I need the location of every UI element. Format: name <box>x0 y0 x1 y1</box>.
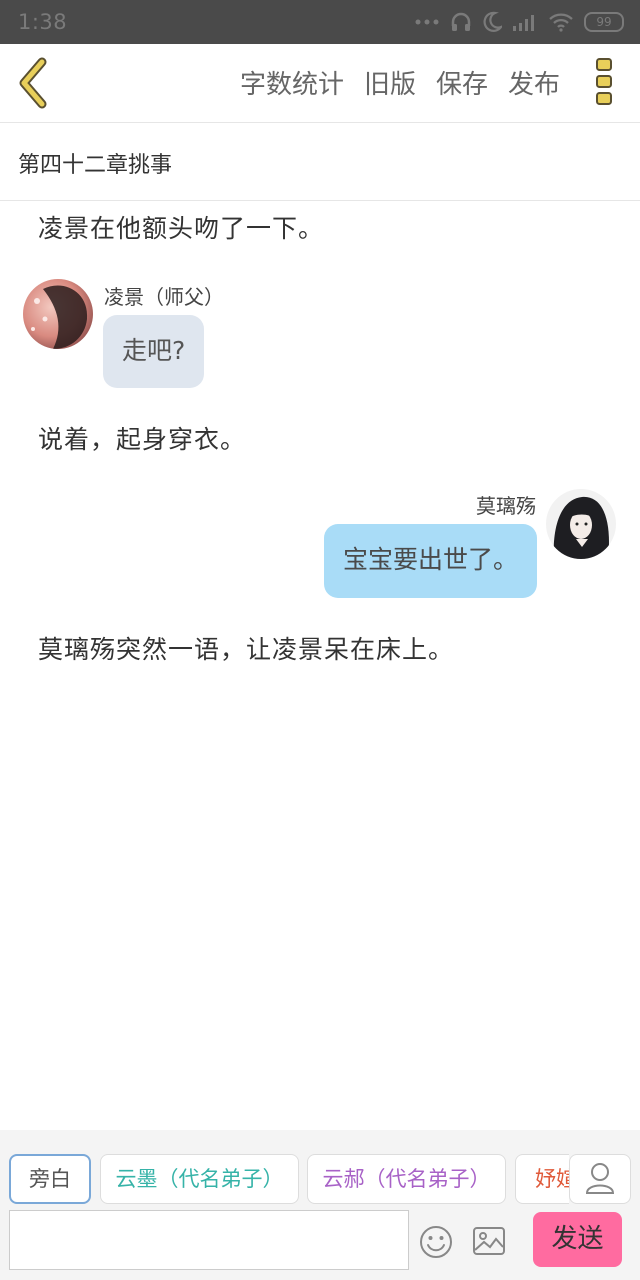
emoji-icon <box>420 1226 452 1258</box>
status-icons: 99 <box>414 10 624 34</box>
avatar-image-molishang <box>546 489 616 559</box>
send-button[interactable]: 发送 <box>533 1212 622 1267</box>
battery-level: 99 <box>596 15 612 29</box>
speaker-name: 凌景（师父） <box>104 285 224 309</box>
role-manage-button[interactable] <box>569 1154 631 1204</box>
headphones-icon <box>450 11 472 33</box>
composer-panel: 旁白 云墨（代名弟子） 云郝（代名弟子） 妤媗 发送 <box>0 1130 640 1280</box>
signal-icon <box>512 12 538 32</box>
message-input[interactable] <box>9 1210 409 1270</box>
chapter-title-row[interactable]: 第四十二章挑事 <box>0 123 640 201</box>
status-time: 1:38 <box>18 10 68 34</box>
narration-line[interactable]: 莫璃殇突然一语，让凌景呆在床上。 <box>38 630 454 666</box>
more-menu-button[interactable] <box>594 57 614 107</box>
old-version-button[interactable]: 旧版 <box>364 64 416 101</box>
chapter-title[interactable]: 第四十二章挑事 <box>18 147 172 179</box>
image-button[interactable] <box>472 1226 506 1256</box>
word-count-button[interactable]: 字数统计 <box>240 64 344 101</box>
battery-icon: 99 <box>584 12 624 32</box>
role-chip-yunmo[interactable]: 云墨（代名弟子） <box>100 1154 299 1204</box>
publish-button[interactable]: 发布 <box>508 64 560 101</box>
save-button[interactable]: 保存 <box>436 64 488 101</box>
more-vertical-icon <box>596 58 612 105</box>
person-icon <box>585 1163 615 1194</box>
role-chip-narration[interactable]: 旁白 <box>9 1154 91 1204</box>
chat-bubble-left[interactable]: 走吧? <box>103 315 205 388</box>
narration-line[interactable]: 凌景在他额头吻了一下。 <box>38 209 324 245</box>
image-icon <box>473 1227 505 1255</box>
avatar-image-lingjing <box>23 279 93 349</box>
toolbar-actions: 字数统计 旧版 保存 发布 <box>240 64 560 101</box>
more-dots-icon <box>414 18 440 26</box>
emoji-button[interactable] <box>419 1225 453 1259</box>
speaker-name: 莫璃殇 <box>476 494 536 518</box>
role-chip-yunhao[interactable]: 云郝（代名弟子） <box>307 1154 506 1204</box>
avatar[interactable] <box>546 489 616 559</box>
avatar[interactable] <box>23 279 93 349</box>
wifi-icon <box>548 12 574 32</box>
moon-icon <box>482 11 502 33</box>
role-chip-partial[interactable]: 妤媗 <box>515 1154 569 1204</box>
back-button[interactable] <box>10 56 60 110</box>
top-toolbar: 字数统计 旧版 保存 发布 <box>0 44 640 123</box>
chevron-left-icon <box>19 57 47 109</box>
status-bar: 1:38 99 <box>0 0 640 44</box>
narration-line[interactable]: 说着，起身穿衣。 <box>38 420 246 456</box>
chat-bubble-right[interactable]: 宝宝要出世了。 <box>323 524 537 598</box>
